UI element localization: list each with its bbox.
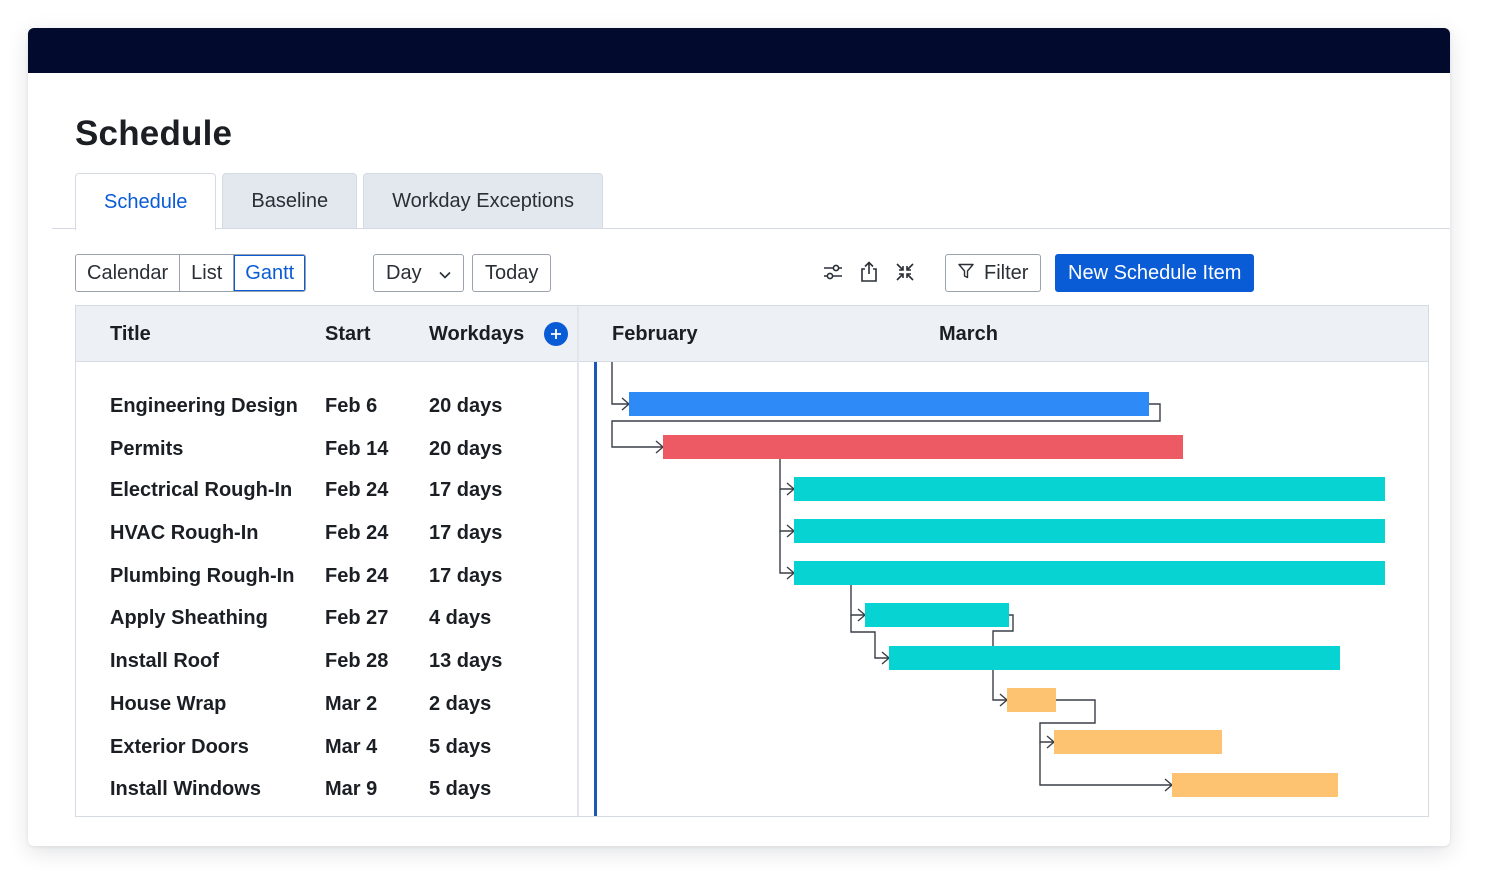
dependency-connector <box>779 489 794 532</box>
gantt-bar[interactable] <box>1172 773 1338 797</box>
collapse-icon[interactable] <box>891 258 919 286</box>
tab-baseline[interactable]: Baseline <box>222 173 358 229</box>
view-toggle: Calendar List Gantt <box>75 254 307 292</box>
gantt-bar[interactable] <box>794 477 1385 501</box>
dependency-connector <box>850 585 865 616</box>
scale-select[interactable]: Day <box>373 254 464 292</box>
chevron-down-icon <box>439 262 451 285</box>
gantt-bar[interactable] <box>794 561 1385 585</box>
filter-button[interactable]: Filter <box>945 254 1042 292</box>
view-list-button[interactable]: List <box>180 255 235 291</box>
gantt-timeline <box>611 362 1385 797</box>
gantt-bar[interactable] <box>889 646 1340 670</box>
gantt-bar[interactable] <box>1007 688 1056 712</box>
gantt-chart: Title Start Workdays February March Engi… <box>75 305 1429 817</box>
gantt-bar[interactable] <box>663 435 1183 459</box>
settings-sliders-icon[interactable] <box>819 258 847 286</box>
tabs-divider <box>52 228 1450 229</box>
dependency-connector <box>611 362 629 405</box>
filter-button-label: Filter <box>984 261 1029 284</box>
tab-bar: Schedule Baseline Workday Exceptions <box>75 173 604 230</box>
gantt-bar[interactable] <box>794 519 1385 543</box>
new-schedule-item-button[interactable]: New Schedule Item <box>1055 254 1255 292</box>
schedule-card: Schedule Schedule Baseline Workday Excep… <box>28 28 1450 846</box>
gantt-bar[interactable] <box>1054 730 1222 754</box>
scale-select-value: Day <box>386 261 422 284</box>
page-title: Schedule <box>75 114 233 153</box>
gantt-bar[interactable] <box>865 603 1009 627</box>
today-button[interactable]: Today <box>472 254 552 292</box>
export-icon[interactable] <box>855 258 883 286</box>
dependency-connector <box>779 459 794 490</box>
top-navigation-bar <box>28 28 1450 73</box>
dependency-connector <box>779 531 794 574</box>
view-gantt-button[interactable]: Gantt <box>234 255 306 291</box>
tab-workday-exceptions[interactable]: Workday Exceptions <box>363 173 604 229</box>
gantt-bar[interactable] <box>629 392 1149 416</box>
tab-schedule[interactable]: Schedule <box>75 173 217 230</box>
filter-icon <box>958 262 974 285</box>
view-calendar-button[interactable]: Calendar <box>76 255 181 291</box>
